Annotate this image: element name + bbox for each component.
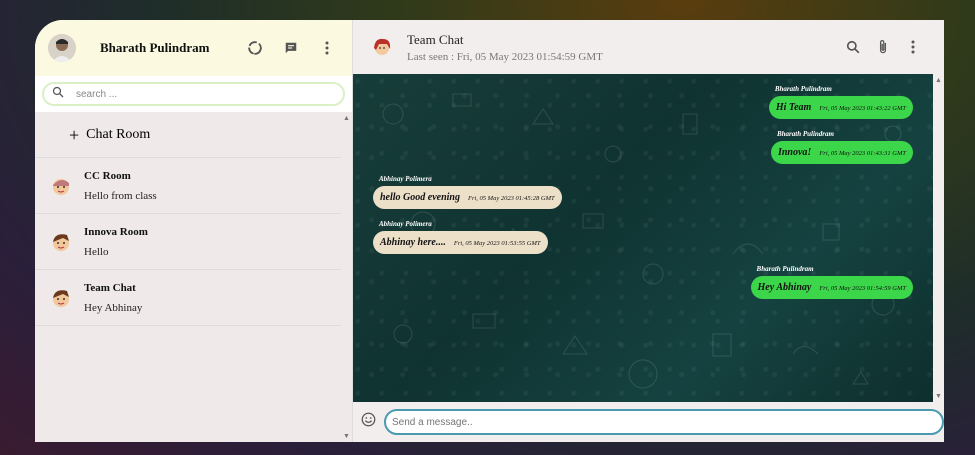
message-sender: Abhinay Polimera (379, 175, 432, 183)
message-bubble[interactable]: Innova! Fri, 05 May 2023 01:43:31 GMT (770, 141, 913, 164)
message-incoming: Abhinay Polimera hello Good evening Fri,… (373, 175, 562, 209)
room-avatar (51, 175, 71, 197)
message-text: Hi Team (775, 102, 812, 113)
user-name: Bharath Pulindram (100, 40, 210, 55)
message-text: Innova! (777, 147, 812, 158)
message-outgoing: Bharath Pulindram Hi Team Fri, 05 May 20… (768, 85, 913, 119)
sidebar-scrollbar[interactable]: ▲ ▼ (341, 112, 352, 442)
room-list: + Chat Room CC Room Hello from class Inn… (35, 112, 352, 442)
room-item-cc-room[interactable]: CC Room Hello from class (35, 158, 341, 214)
message-composer (353, 402, 944, 442)
room-header-avatar[interactable] (371, 36, 393, 58)
message-sender: Bharath Pulindram (776, 130, 834, 138)
add-chat-room-label: Chat Room (86, 126, 151, 142)
last-seen-text: Last seen : Fri, 05 May 2023 01:54:59 GM… (407, 50, 603, 63)
room-item-innova-room[interactable]: Innova Room Hello (35, 214, 341, 270)
message-outgoing: Bharath Pulindram Hey Abhinay Fri, 05 Ma… (750, 265, 913, 299)
scroll-up-icon[interactable]: ▲ (343, 114, 350, 122)
message-bubble[interactable]: Hi Team Fri, 05 May 2023 01:43:22 GMT (768, 96, 913, 119)
room-last-message: Hello from class (84, 189, 157, 202)
sidebar-header: Bharath Pulindram (35, 20, 352, 76)
message-bubble[interactable]: hello Good evening Fri, 05 May 2023 01:4… (373, 186, 562, 209)
sidebar: Bharath Pulindram search ... + Chat Room… (35, 20, 353, 442)
message-text: Hey Abhinay (757, 282, 812, 293)
message-time: Fri, 05 May 2023 01:45:28 GMT (468, 195, 555, 202)
attach-icon[interactable] (874, 38, 892, 56)
scroll-down-icon[interactable]: ▼ (935, 392, 942, 400)
message-text: hello Good evening (380, 192, 460, 203)
message-sender: Abhinay Polimera (379, 220, 432, 228)
room-last-message: Hello (84, 245, 109, 258)
status-icon[interactable] (246, 39, 264, 57)
search-bar (35, 76, 352, 112)
search-input[interactable] (76, 88, 306, 100)
search-icon[interactable] (844, 38, 862, 56)
scroll-down-icon[interactable]: ▼ (343, 432, 350, 440)
room-name: CC Room (84, 169, 131, 182)
room-name: Team Chat (84, 281, 136, 294)
room-name: Innova Room (84, 225, 148, 238)
message-bubble[interactable]: Abhinay here.... Fri, 05 May 2023 01:53:… (373, 231, 548, 254)
message-time: Fri, 05 May 2023 01:54:59 GMT (819, 285, 906, 292)
more-vert-icon[interactable] (318, 39, 336, 57)
room-item-team-chat[interactable]: Team Chat Hey Abhinay (35, 270, 341, 326)
message-time: Fri, 05 May 2023 01:43:22 GMT (819, 105, 906, 112)
message-text: Abhinay here.... (380, 237, 446, 248)
room-avatar (51, 287, 71, 309)
more-vert-icon[interactable] (904, 38, 922, 56)
search-icon (52, 85, 64, 103)
message-area[interactable]: Bharath Pulindram Hi Team Fri, 05 May 20… (353, 74, 933, 402)
add-chat-room-button[interactable]: + Chat Room (35, 112, 341, 158)
message-sender: Bharath Pulindram (774, 85, 832, 93)
room-last-message: Hey Abhinay (84, 301, 143, 314)
message-sender: Bharath Pulindram (756, 265, 814, 273)
message-input[interactable] (384, 409, 944, 435)
scroll-up-icon[interactable]: ▲ (935, 76, 942, 84)
message-incoming: Abhinay Polimera Abhinay here.... Fri, 0… (373, 220, 548, 254)
search-box (42, 82, 345, 106)
user-avatar[interactable] (48, 34, 76, 62)
chat-scrollbar[interactable]: ▲ ▼ (933, 74, 944, 402)
chat-panel: Team Chat Last seen : Fri, 05 May 2023 0… (353, 20, 944, 442)
emoji-icon[interactable] (361, 412, 376, 432)
chat-header: Team Chat Last seen : Fri, 05 May 2023 0… (353, 20, 944, 74)
message-time: Fri, 05 May 2023 01:43:31 GMT (819, 150, 906, 157)
whatsapp-clone-app: Bharath Pulindram search ... + Chat Room… (35, 20, 944, 442)
message-outgoing: Bharath Pulindram Innova! Fri, 05 May 20… (770, 130, 913, 164)
room-avatar (51, 231, 71, 253)
message-time: Fri, 05 May 2023 01:53:55 GMT (453, 240, 541, 247)
chat-room-title: Team Chat (407, 31, 464, 47)
message-bubble[interactable]: Hey Abhinay Fri, 05 May 2023 01:54:59 GM… (750, 276, 913, 299)
plus-icon: + (69, 124, 80, 145)
chat-icon[interactable] (282, 39, 300, 57)
